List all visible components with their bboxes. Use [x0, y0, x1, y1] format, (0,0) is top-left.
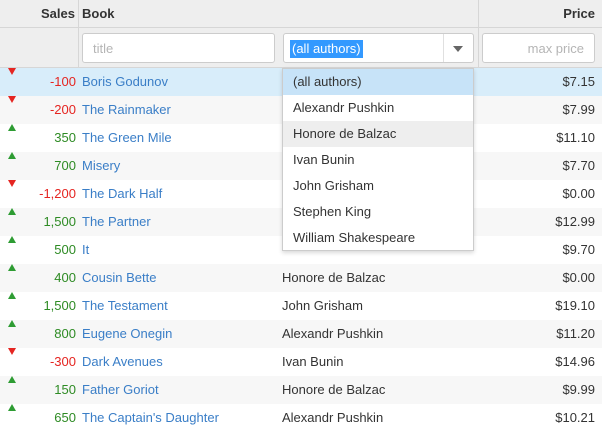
sales-cell: -200: [49, 102, 76, 117]
author-cell: Alexandr Pushkin: [282, 326, 384, 341]
arrow-up-icon: [8, 208, 16, 215]
column-divider: [478, 0, 479, 68]
price-cell: $7.15: [562, 74, 595, 89]
author-filter-select[interactable]: (all authors): [283, 33, 474, 63]
table-row[interactable]: 1,500 The Testament John Grisham $19.10: [0, 292, 602, 320]
price-cell: $11.20: [556, 326, 595, 341]
dropdown-option[interactable]: Alexandr Pushkin: [283, 95, 473, 121]
chevron-down-icon[interactable]: [453, 46, 463, 52]
table-row[interactable]: 650 The Captain's Daughter Alexandr Pushki…: [0, 404, 602, 432]
table-row[interactable]: 800 Eugene Onegin Alexandr Pushkin $11.20: [0, 320, 602, 348]
book-cell[interactable]: The Dark Half: [82, 180, 162, 208]
arrow-down-icon: [8, 68, 16, 75]
arrow-up-icon: [8, 292, 16, 299]
dropdown-option[interactable]: John Grisham: [283, 173, 473, 199]
dropdown-option[interactable]: William Shakespeare: [283, 225, 473, 251]
book-cell[interactable]: It: [82, 236, 89, 264]
price-cell: $9.70: [562, 242, 595, 257]
arrow-up-icon: [8, 404, 16, 411]
author-cell: Honore de Balzac: [282, 270, 386, 285]
table-row[interactable]: -300 Dark Avenues Ivan Bunin $14.96: [0, 348, 602, 376]
book-cell[interactable]: Cousin Bette: [82, 264, 156, 292]
filter-row: (all authors): [0, 28, 602, 68]
arrow-down-icon: [8, 180, 16, 187]
book-cell[interactable]: The Partner: [82, 208, 151, 236]
dropdown-option[interactable]: Stephen King: [283, 199, 473, 225]
book-cell[interactable]: The Green Mile: [82, 124, 172, 152]
arrow-up-icon: [8, 320, 16, 327]
price-cell: $9.99: [562, 382, 595, 397]
dropdown-option[interactable]: Honore de Balzac: [283, 121, 473, 147]
author-filter-value: (all authors): [290, 40, 363, 58]
price-cell: $7.70: [562, 158, 595, 173]
table-row[interactable]: 150 Father Goriot Honore de Balzac $9.99: [0, 376, 602, 404]
sales-cell: 700: [54, 158, 76, 173]
sales-cell: 400: [54, 270, 76, 285]
price-cell: $7.99: [562, 102, 595, 117]
book-cell[interactable]: Dark Avenues: [82, 348, 163, 376]
book-cell[interactable]: The Captain's Daughter: [82, 404, 219, 432]
table-header: Sales Book Price: [0, 0, 602, 28]
title-filter-input[interactable]: [82, 33, 275, 63]
arrow-up-icon: [8, 264, 16, 271]
max-price-filter-input[interactable]: [482, 33, 595, 63]
price-cell: $0.00: [562, 186, 595, 201]
book-cell[interactable]: The Testament: [82, 292, 168, 320]
book-cell[interactable]: Misery: [82, 152, 120, 180]
sales-cell: 650: [54, 410, 76, 425]
sales-cell: 1,500: [43, 298, 76, 313]
arrow-up-icon: [8, 236, 16, 243]
price-cell: $19.10: [555, 298, 595, 313]
select-divider: [443, 34, 444, 62]
book-cell[interactable]: Eugene Onegin: [82, 320, 172, 348]
column-header-book[interactable]: Book: [82, 0, 115, 28]
price-cell: $14.96: [555, 354, 595, 369]
sales-cell: -100: [49, 74, 76, 89]
arrow-down-icon: [8, 348, 16, 355]
book-cell[interactable]: Boris Godunov: [82, 68, 168, 96]
table-row[interactable]: 400 Cousin Bette Honore de Balzac $0.00: [0, 264, 602, 292]
author-dropdown-list: (all authors) Alexandr Pushkin Honore de B…: [282, 68, 474, 251]
arrow-up-icon: [8, 376, 16, 383]
author-cell: John Grisham: [282, 298, 363, 313]
sales-cell: 800: [54, 326, 76, 341]
sales-cell: -1,200: [39, 186, 76, 201]
column-header-price[interactable]: Price: [478, 0, 595, 28]
dropdown-option[interactable]: (all authors): [283, 69, 473, 95]
sales-cell: 1,500: [43, 214, 76, 229]
book-cell[interactable]: Father Goriot: [82, 376, 159, 404]
arrow-up-icon: [8, 152, 16, 159]
dropdown-option[interactable]: Ivan Bunin: [283, 147, 473, 173]
column-divider: [78, 0, 79, 68]
sales-cell: 500: [54, 242, 76, 257]
book-cell[interactable]: The Rainmaker: [82, 96, 171, 124]
column-header-sales[interactable]: Sales: [0, 0, 75, 28]
author-cell: Alexandr Pushkin: [282, 410, 384, 425]
author-cell: Ivan Bunin: [282, 354, 344, 369]
author-cell: Honore de Balzac: [282, 382, 386, 397]
price-cell: $12.99: [555, 214, 595, 229]
sales-cell: -300: [49, 354, 76, 369]
sales-cell: 150: [54, 382, 76, 397]
sales-cell: 350: [54, 130, 76, 145]
price-cell: $0.00: [562, 270, 595, 285]
price-cell: $10.21: [555, 410, 595, 425]
price-cell: $11.10: [556, 130, 595, 145]
arrow-down-icon: [8, 96, 16, 103]
arrow-up-icon: [8, 124, 16, 131]
